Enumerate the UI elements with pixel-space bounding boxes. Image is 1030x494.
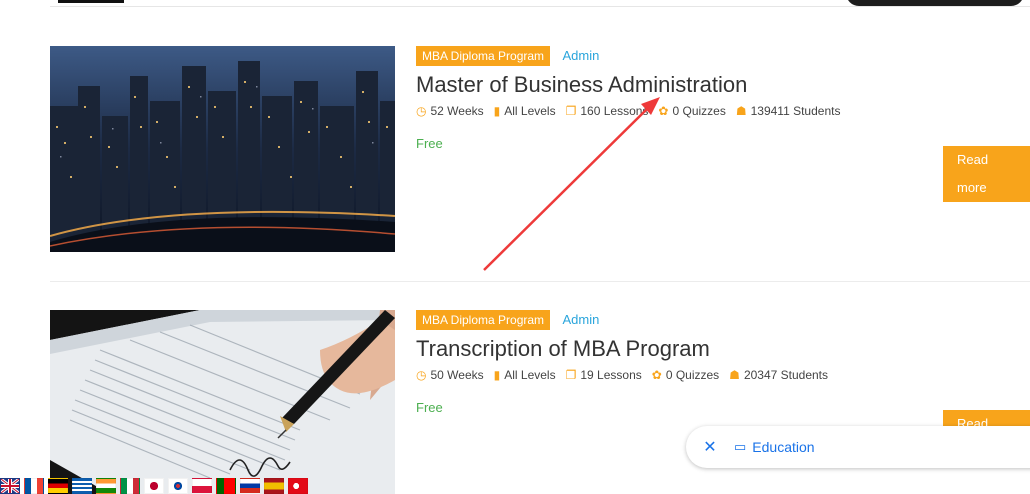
quizzes: 0 Quizzes bbox=[665, 368, 720, 382]
course-info: MBA Diploma Program Admin Master of Busi… bbox=[416, 46, 1030, 202]
education-chip[interactable]: Education bbox=[752, 439, 814, 455]
course-meta: ◷ 50 Weeks ▮ All Levels ❐ 19 Lessons ✿ 0 Qui… bbox=[416, 368, 1030, 382]
italy-flag[interactable] bbox=[120, 478, 140, 494]
category-badge[interactable]: MBA Diploma Program bbox=[416, 46, 551, 66]
graduation-cap-icon: ☗ bbox=[735, 104, 747, 118]
lessons-icon: ❐ bbox=[565, 368, 577, 382]
category-badge[interactable]: MBA Diploma Program bbox=[416, 310, 551, 330]
course-title[interactable]: Transcription of MBA Program bbox=[416, 336, 1030, 362]
read-more-button[interactable]: Read more bbox=[943, 146, 1030, 202]
devices-icon: ▭ bbox=[734, 439, 747, 454]
lessons: 160 Lessons bbox=[580, 104, 649, 118]
course-divider bbox=[50, 281, 1030, 282]
course-thumbnail-city[interactable] bbox=[50, 46, 395, 252]
course-thumbnail-signing[interactable] bbox=[50, 310, 395, 494]
level-bars-icon: ▮ bbox=[493, 368, 501, 382]
lessons: 19 Lessons bbox=[580, 368, 642, 382]
india-flag[interactable] bbox=[96, 478, 116, 494]
duration: 50 Weeks bbox=[430, 368, 484, 382]
poland-flag[interactable] bbox=[192, 478, 212, 494]
clock-icon: ◷ bbox=[416, 104, 427, 118]
students: 20347 Students bbox=[743, 368, 829, 382]
greece-flag[interactable] bbox=[72, 478, 92, 494]
header-element bbox=[58, 0, 124, 3]
level: All Levels bbox=[504, 368, 556, 382]
level-bars-icon: ▮ bbox=[493, 104, 501, 118]
education-toast: ✕ ▭ Education bbox=[686, 426, 1030, 468]
spain-flag[interactable] bbox=[264, 478, 284, 494]
duration: 52 Weeks bbox=[430, 104, 484, 118]
course-title[interactable]: Master of Business Administration bbox=[416, 72, 1030, 98]
france-flag[interactable] bbox=[24, 478, 44, 494]
puzzle-icon: ✿ bbox=[651, 368, 662, 382]
south-korea-flag[interactable] bbox=[168, 478, 188, 494]
course-info: MBA Diploma Program Admin Transcription … bbox=[416, 310, 1030, 466]
header-divider bbox=[50, 6, 1030, 7]
clock-icon: ◷ bbox=[416, 368, 427, 382]
germany-flag[interactable] bbox=[48, 478, 68, 494]
author-link[interactable]: Admin bbox=[563, 46, 600, 66]
portugal-flag[interactable] bbox=[216, 478, 236, 494]
russia-flag[interactable] bbox=[240, 478, 260, 494]
top-bar bbox=[0, 0, 1030, 8]
course-price: Free bbox=[416, 400, 443, 415]
japan-flag[interactable] bbox=[144, 478, 164, 494]
students: 139411 Students bbox=[750, 104, 841, 118]
course-meta: ◷ 52 Weeks ▮ All Levels ❐ 160 Lessons ✿ 0 Qu… bbox=[416, 104, 1030, 118]
quizzes: 0 Quizzes bbox=[672, 104, 726, 118]
graduation-cap-icon: ☗ bbox=[729, 368, 740, 382]
lessons-icon: ❐ bbox=[565, 104, 577, 118]
uk-flag[interactable] bbox=[0, 478, 20, 494]
language-flags bbox=[0, 476, 308, 494]
author-link[interactable]: Admin bbox=[563, 310, 600, 330]
puzzle-icon: ✿ bbox=[658, 104, 669, 118]
turkey-flag[interactable] bbox=[288, 478, 308, 494]
header-pill-button[interactable] bbox=[846, 0, 1024, 6]
close-icon[interactable]: ✕ bbox=[700, 437, 720, 457]
level: All Levels bbox=[504, 104, 556, 118]
course-price: Free bbox=[416, 136, 443, 151]
